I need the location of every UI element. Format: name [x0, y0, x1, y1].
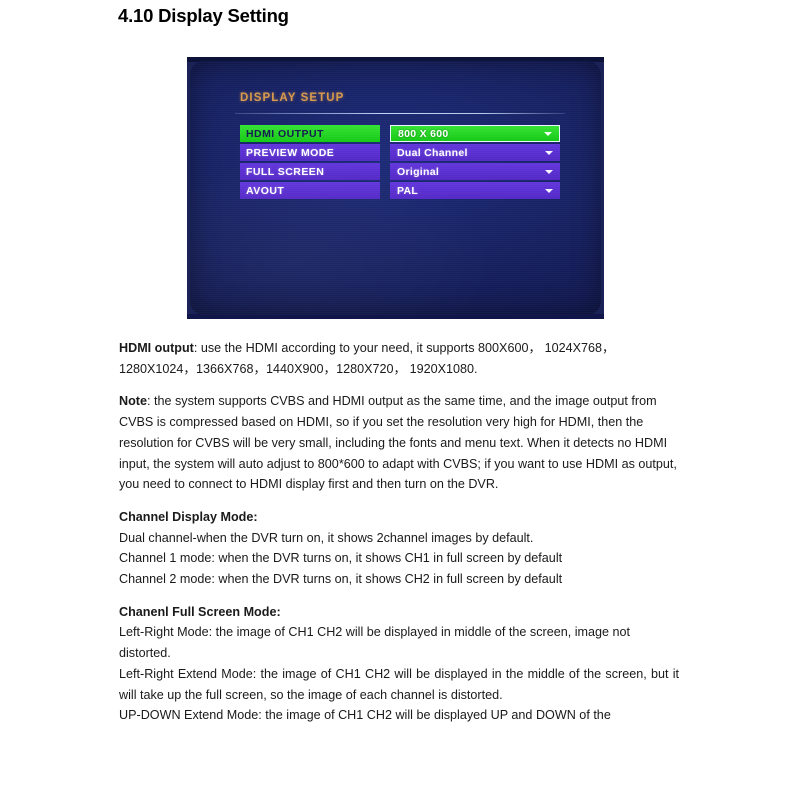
- osd-value-text-hdmi-output: 800 X 600: [398, 127, 449, 140]
- body-copy: HDMI output: use the HDMI according to y…: [119, 338, 679, 726]
- osd-row-full-screen[interactable]: FULL SCREEN Original: [240, 163, 560, 180]
- osd-title-divider: [235, 113, 565, 114]
- osd-value-text-full-screen: Original: [397, 165, 440, 178]
- osd-value-full-screen[interactable]: Original: [390, 163, 560, 180]
- osd-row-preview-mode[interactable]: PREVIEW MODE Dual Channel: [240, 144, 560, 161]
- osd-row-avout[interactable]: AVOUT PAL: [240, 182, 560, 199]
- chevron-down-icon[interactable]: [545, 169, 553, 174]
- osd-row-hdmi-output[interactable]: HDMI OUTPUT 800 X 600: [240, 125, 560, 142]
- osd-label-full-screen: FULL SCREEN: [240, 163, 380, 180]
- osd-value-avout[interactable]: PAL: [390, 182, 560, 199]
- osd-value-text-preview-mode: Dual Channel: [397, 146, 468, 159]
- heading-chanenl-full-screen-mode: Chanenl Full Screen Mode:: [119, 602, 679, 623]
- full-screen-line-3: UP-DOWN Extend Mode: the image of CH1 CH…: [119, 708, 611, 723]
- paragraph-note: Note: the system supports CVBS and HDMI …: [119, 391, 679, 495]
- osd-settings-list: HDMI OUTPUT 800 X 600 PREVIEW MODE Dual …: [240, 125, 560, 201]
- channel-display-line-1: Dual channel-when the DVR turn on, it sh…: [119, 530, 534, 545]
- channel-display-mode-heading-text: Channel Display Mode:: [119, 509, 258, 524]
- heading-channel-display-mode: Channel Display Mode:: [119, 507, 679, 528]
- channel-display-line-2: Channel 1 mode: when the DVR turns on, i…: [119, 551, 563, 566]
- osd-title: DISPLAY SETUP: [240, 92, 345, 104]
- osd-value-preview-mode[interactable]: Dual Channel: [390, 144, 560, 161]
- hdmi-output-body: : use the HDMI according to your need, i…: [119, 341, 615, 376]
- full-screen-mode-heading-text: Chanenl Full Screen Mode:: [119, 604, 281, 619]
- chevron-down-icon[interactable]: [545, 188, 553, 193]
- hdmi-output-label: HDMI output: [119, 341, 194, 355]
- page-title: 4.10 Display Setting: [118, 5, 289, 26]
- osd-label-avout: AVOUT: [240, 182, 380, 199]
- osd-screen: DISPLAY SETUP HDMI OUTPUT 800 X 600 PREV…: [190, 61, 601, 315]
- full-screen-line-2: Left-Right Extend Mode: the image of CH1…: [119, 666, 679, 702]
- dvr-display-setup-photo: DISPLAY SETUP HDMI OUTPUT 800 X 600 PREV…: [187, 57, 604, 319]
- osd-value-text-avout: PAL: [397, 184, 419, 197]
- chevron-down-icon[interactable]: [545, 150, 553, 155]
- channel-display-line-3: Channel 2 mode: when the DVR turns on, i…: [119, 572, 563, 587]
- note-body: : the system supports CVBS and HDMI outp…: [119, 394, 677, 492]
- full-screen-line-1: Left-Right Mode: the image of CH1 CH2 wi…: [119, 625, 631, 661]
- osd-label-hdmi-output: HDMI OUTPUT: [240, 125, 380, 142]
- note-label: Note: [119, 394, 147, 409]
- osd-value-hdmi-output[interactable]: 800 X 600: [390, 125, 560, 142]
- paragraph-hdmi-output: HDMI output: use the HDMI according to y…: [119, 338, 679, 379]
- chevron-down-icon[interactable]: [544, 131, 552, 136]
- osd-label-preview-mode: PREVIEW MODE: [240, 144, 380, 161]
